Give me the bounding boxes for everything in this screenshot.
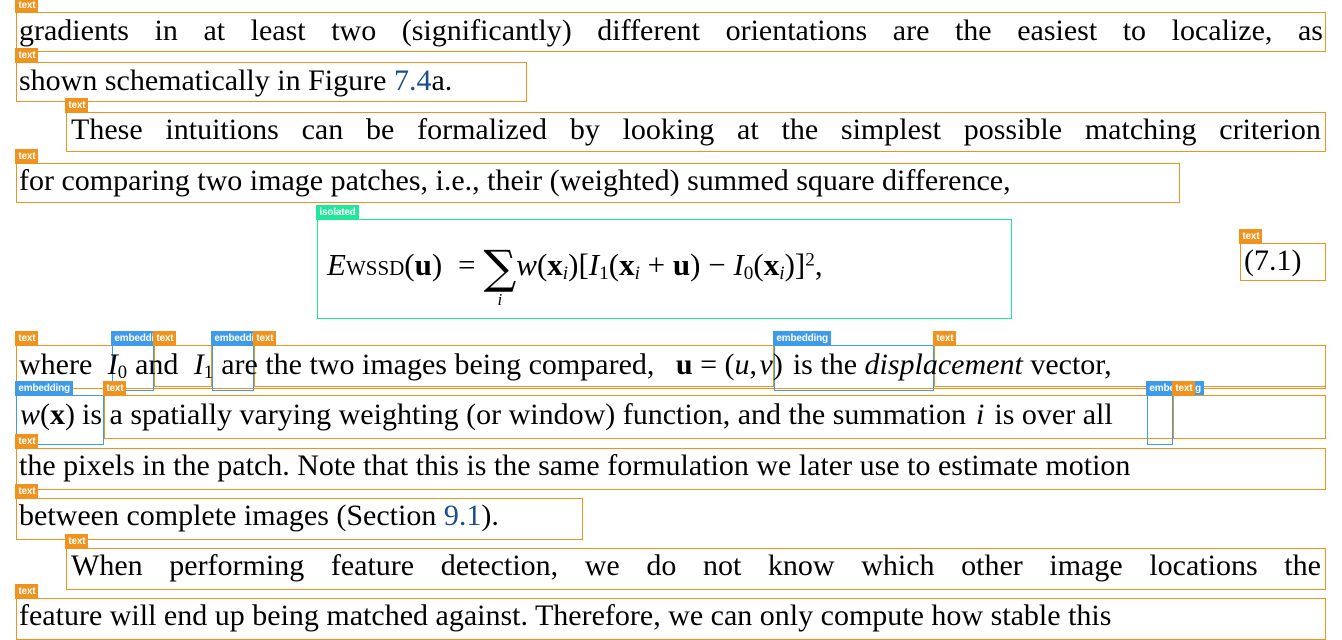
- body-line-4: for comparing two image patches, i.e., t…: [19, 164, 1011, 197]
- body-line-2: shown schematically in Figure 7.4a.: [19, 66, 452, 96]
- inline-math-i: i: [976, 398, 985, 431]
- region-label-embedding: embedding: [15, 381, 73, 396]
- equation-lhs-argument: (u): [404, 247, 443, 282]
- equation-equals: =: [457, 247, 476, 282]
- section-reference-link[interactable]: 9.1: [444, 499, 482, 532]
- region-label-text: text: [153, 331, 177, 346]
- line-6-tail: is over all: [994, 398, 1113, 431]
- body-line-6: w(x) is a spatially varying weighting (or…: [20, 400, 1113, 430]
- region-label-text: text: [1172, 381, 1196, 396]
- region-label-text: text: [15, 584, 39, 599]
- region-label-text: text: [15, 0, 39, 13]
- equation-lhs-subscript: WSSD: [345, 256, 405, 280]
- region-label-text: text: [103, 381, 127, 396]
- line-2-text-after: a.: [431, 64, 453, 97]
- line-5-mid: are the two images being compared,: [221, 348, 655, 381]
- body-line-7: the pixels in the patch. Note that this …: [19, 449, 1131, 482]
- line-6-text: is a spatially varying weighting (or win…: [82, 398, 967, 431]
- line-2-text-before: shown schematically in Figure: [19, 64, 394, 97]
- region-label-embedding: embedding: [773, 331, 831, 346]
- body-line-10: feature will end up being matched agains…: [19, 599, 1112, 632]
- body-line-1: gradients in at least two (significantly) diff…: [19, 14, 1323, 47]
- document-page: text gradients in at least two (significantly…: [0, 0, 1342, 640]
- inline-math-I0: I0: [107, 348, 128, 384]
- inline-math-u-vector: u = (u, v): [675, 348, 783, 381]
- inline-math-I1: I1: [193, 348, 214, 384]
- region-label-text: text: [253, 331, 277, 346]
- region-label-isolated: isolated: [316, 205, 359, 220]
- line-8-text-after: ).: [481, 499, 499, 532]
- region-label-text: text: [933, 331, 957, 346]
- region-label-text: text: [1239, 229, 1263, 244]
- line-5-tail: is the displacement vector,: [792, 348, 1112, 381]
- display-equation: EWSSD(u) = ∑ i w(xi)[I1(xi + u) − I0(xi)]2,: [327, 240, 823, 309]
- summation-index: i: [497, 290, 503, 309]
- region-label-text: text: [15, 484, 39, 499]
- region-label-text: text: [15, 48, 39, 63]
- body-line-5: where I0 and I1 are the two images being c…: [19, 350, 1112, 383]
- equation-body: w(xi)[I1(xi + u) − I0(xi)]2,: [516, 247, 823, 285]
- embedding-region-box[interactable]: embedding: [1146, 381, 1204, 445]
- line-8-text-before: between complete images (Section: [19, 499, 444, 532]
- equation-lhs-symbol: E: [327, 247, 346, 282]
- region-label-text: text: [15, 149, 39, 164]
- line-5-where: where: [19, 348, 93, 381]
- line-5-and: and: [135, 348, 179, 381]
- body-line-3: These intuitions can be formalized by looking a…: [71, 113, 1321, 146]
- text-region-box[interactable]: text: [1172, 381, 1326, 439]
- figure-reference-link[interactable]: 7.4: [394, 64, 432, 97]
- equation-number: (7.1): [1244, 244, 1302, 277]
- body-line-8: between complete images (Section 9.1).: [19, 501, 499, 531]
- region-label-text: text: [65, 534, 89, 549]
- region-label-text: text: [65, 98, 89, 113]
- body-line-9: When performing feature detection, we do not kn…: [71, 549, 1321, 582]
- region-label-text: text: [15, 434, 39, 449]
- summation-symbol: ∑ i: [483, 240, 517, 309]
- inline-math-w-x: w(x): [20, 398, 76, 431]
- region-label-text: text: [15, 331, 39, 346]
